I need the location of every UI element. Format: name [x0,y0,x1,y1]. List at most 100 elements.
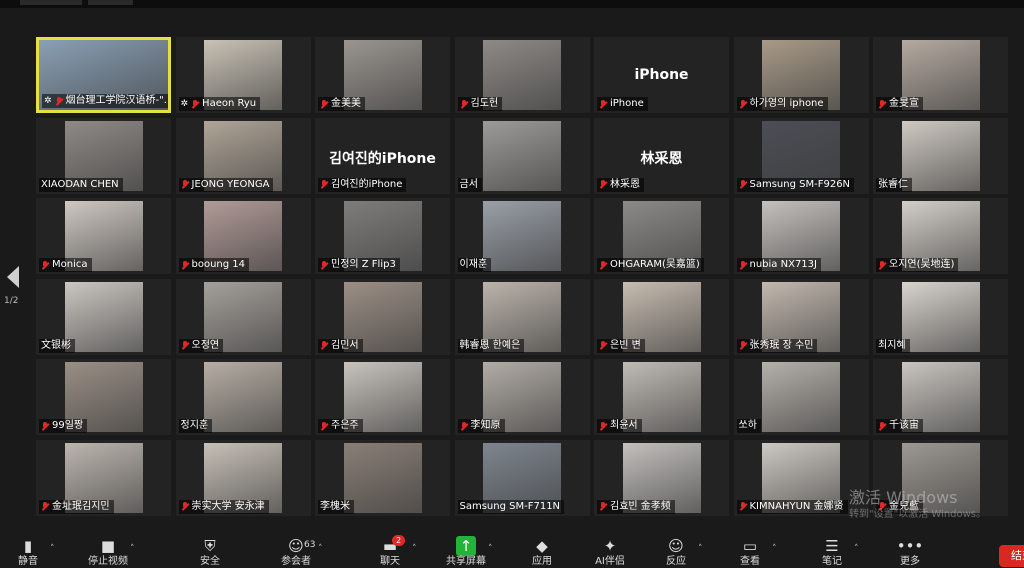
muted-mic-icon [181,502,189,511]
participant-nameplate: nubia NX713J [736,258,821,272]
participant-tile[interactable]: 千该宙 [873,359,1008,435]
participant-tile[interactable]: Samsung SM-F711N [454,439,590,516]
participant-tile[interactable]: OHGARAM(吴嘉篮) [594,198,729,274]
chevron-up-icon[interactable]: ˄ [772,544,777,554]
participant-tile[interactable]: 최윤서 [594,359,729,435]
reactions-button[interactable]: ☺ 反应 [656,536,696,567]
apps-button[interactable]: ◆ 应用 [522,536,562,567]
chevron-up-icon[interactable]: ˄ [488,544,493,554]
toolbar-label: 共享屏幕 [446,556,486,567]
chevron-up-icon[interactable]: ˄ [698,544,703,554]
participant-tile[interactable]: booung 14 [175,198,311,274]
participant-nameplate: Samsung SM-F711N [457,499,565,514]
participant-tile[interactable]: 오지연(吴地连) [873,198,1008,274]
pin-icon: ✲ [44,96,52,106]
camera-icon: ■ [100,537,116,555]
participant-tile[interactable]: 张睿仁 [873,117,1008,194]
participant-tile[interactable]: 하가영의 iphone [733,37,869,113]
chevron-up-icon[interactable]: ˄ [412,544,417,554]
participant-tile[interactable]: 김효빈 金孝频 [594,439,729,516]
chevron-up-icon[interactable]: ˄ [50,544,55,554]
previous-page-nav[interactable]: 1/2 [4,266,22,306]
participant-tile[interactable]: 민정의 Z Flip3 [315,198,450,274]
participant-name: Monica [52,259,88,270]
participant-name: 张睿仁 [878,178,908,190]
muted-mic-icon [320,180,328,189]
view-button[interactable]: ▭ 查看 [730,536,770,567]
participant-tile[interactable]: 오정연 [175,278,311,355]
muted-mic-icon [320,421,328,431]
muted-mic-icon [878,421,886,431]
more-button[interactable]: ••• 更多 [890,536,930,567]
ai-sparkle-button[interactable]: ✦ AI伴侣 [590,536,630,567]
participant-name: Samsung SM-F711N [459,500,561,512]
participant-tile[interactable]: 金旻宣 [873,37,1008,113]
participant-nameplate: 崇实大学 安永津 [178,499,269,514]
participant-tile[interactable]: iPhone iPhone [594,37,729,113]
participant-tile[interactable]: 은빈 변 [594,278,729,355]
participant-nameplate: 李槐米 [318,499,354,514]
participant-tile[interactable]: 李知原 [454,359,590,435]
chevron-up-icon[interactable]: ˄ [318,544,323,554]
participant-tile[interactable]: 崇实大学 安永津 [175,439,311,516]
participant-name: 张秀珉 장 수민 [749,339,814,351]
participant-nameplate: 张睿仁 [876,177,912,192]
participant-tile[interactable]: 金美美 [315,37,450,113]
participant-tile[interactable]: 금서 [454,117,590,194]
toolbar-label: 安全 [200,556,220,567]
participant-tile[interactable]: 주은주 [315,359,450,435]
participant-tile[interactable]: 林采恩 林采恩 [594,117,729,194]
microphone-button[interactable]: ▮ 静音 [8,536,48,567]
participants-button[interactable]: ☺ 参会者 63 [276,536,316,567]
participant-nameplate: 文银彬 [39,338,75,353]
participant-tile[interactable]: 金址珉김지민 [36,439,171,516]
chat-button[interactable]: ▬ 聊天 2 [370,535,410,567]
participant-tile[interactable]: 张秀珉 장 수민 [733,278,869,355]
camera-button[interactable]: ■ 停止视频 [88,536,128,567]
arrow-left-icon[interactable] [7,266,19,288]
participant-tile[interactable]: 김여진的iPhone 김여진的iPhone [315,117,450,194]
participant-tile[interactable]: ✲ 烟台理工学院汉语桥-"... [36,37,171,113]
notes-button[interactable]: ☰ 笔记 [812,536,852,567]
chevron-up-icon[interactable]: ˄ [854,544,859,554]
participant-tile[interactable]: 韩睿恩 한예은 [454,278,590,355]
participant-name: 99일짱 [52,420,84,431]
end-meeting-button[interactable]: 结束 [999,545,1024,567]
participant-tile[interactable]: 김도헌 [454,37,590,113]
participant-tile[interactable]: Samsung SM-F926N [733,117,869,194]
muted-mic-icon [739,99,747,109]
participant-tile[interactable]: 김민서 [315,278,450,355]
shield-button[interactable]: ⛨ 安全 [190,536,230,567]
participant-tile[interactable]: 文银彬 [36,278,171,355]
participant-tile[interactable]: 쏘하 [733,359,869,435]
participant-name: 김도헌 [470,98,499,109]
muted-mic-icon [739,180,747,189]
participant-tile[interactable]: 李槐米 [315,439,450,516]
muted-mic-icon [878,99,886,109]
participant-tile[interactable]: 이재훈 [454,198,590,274]
participant-tile[interactable]: XIAODAN CHEN [36,117,171,194]
participant-tile[interactable]: 정지훈 [175,359,311,435]
participant-nameplate: 김여진的iPhone [318,177,407,192]
participant-nameplate: KIMNAHYUN 金娜贤 [736,499,848,514]
chevron-up-icon[interactable]: ˄ [130,544,135,554]
muted-mic-icon [41,421,49,431]
muted-mic-icon [320,260,328,270]
participant-video [901,120,980,191]
participant-tile[interactable]: 최지혜 [873,278,1008,355]
participant-tile[interactable]: Monica [36,198,171,274]
participant-display-name: iPhone [634,67,689,83]
toolbar-label: 应用 [532,556,552,567]
participant-tile[interactable]: 99일짱 [36,359,171,435]
share-screen-button[interactable]: ↑ 共享屏幕 [446,536,486,567]
participant-name: 千该宙 [889,420,919,431]
muted-mic-icon [599,502,607,511]
participant-name: 韩睿恩 한예은 [459,339,521,351]
participant-tile[interactable]: JEONG YEONGA [175,117,311,194]
participant-video [762,362,840,432]
participant-tile[interactable]: nubia NX713J [733,198,869,274]
participant-name: Samsung SM-F926N [749,178,851,190]
participant-tile[interactable]: ✲ Haeon Ryu [175,37,311,113]
muted-mic-icon [460,421,468,431]
muted-mic-icon [320,99,328,109]
